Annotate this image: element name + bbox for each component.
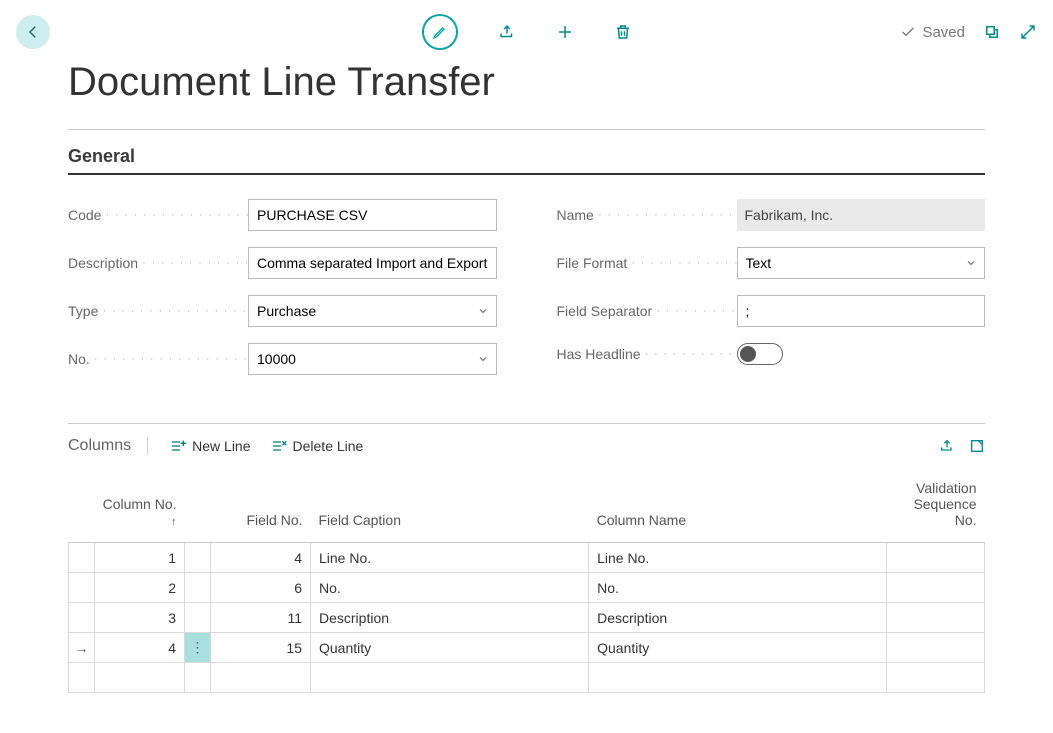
popout-icon xyxy=(983,23,1001,41)
name-label: Name xyxy=(557,207,737,223)
description-label: Description xyxy=(68,255,248,271)
new-line-action[interactable]: New Line xyxy=(160,434,260,458)
plus-icon xyxy=(556,23,574,41)
expand-icon xyxy=(1019,23,1037,41)
cell-field-caption[interactable]: Quantity xyxy=(311,633,589,663)
cell-validation-seq[interactable] xyxy=(887,543,985,573)
more-vertical-icon[interactable]: ⋮ xyxy=(191,639,205,656)
divider xyxy=(68,129,985,130)
cell-validation-seq[interactable] xyxy=(887,603,985,633)
table-row-empty[interactable] xyxy=(69,663,985,693)
row-selector[interactable] xyxy=(69,603,95,633)
cell-field-no[interactable]: 4 xyxy=(211,543,311,573)
share-icon xyxy=(498,23,516,41)
delete-button[interactable] xyxy=(614,23,632,41)
columns-section-title: Columns xyxy=(68,437,148,455)
cell-field-caption[interactable]: Description xyxy=(311,603,589,633)
arrow-left-icon xyxy=(24,23,42,41)
new-line-icon xyxy=(170,439,186,453)
cell-validation-seq[interactable] xyxy=(887,573,985,603)
cell-column-name[interactable]: Quantity xyxy=(589,633,887,663)
cell-column-name[interactable]: No. xyxy=(589,573,887,603)
maximize-icon xyxy=(969,438,985,454)
row-menu[interactable] xyxy=(185,543,211,573)
field-separator-input[interactable] xyxy=(737,295,986,327)
cell-column-no[interactable]: 4 xyxy=(95,633,185,663)
col-header-column-no[interactable]: Column No. xyxy=(103,496,177,512)
row-selector[interactable] xyxy=(69,543,95,573)
file-format-select[interactable] xyxy=(737,247,986,279)
delete-line-icon xyxy=(271,439,287,453)
row-selector[interactable] xyxy=(69,573,95,603)
toggle-knob xyxy=(740,346,756,362)
row-menu[interactable] xyxy=(185,573,211,603)
popout-button[interactable] xyxy=(983,23,1001,41)
code-input[interactable] xyxy=(248,199,497,231)
table-row[interactable]: 311DescriptionDescription xyxy=(69,603,985,633)
no-label: No. xyxy=(68,351,248,367)
table-row[interactable]: →4⋮15QuantityQuantity xyxy=(69,633,985,663)
file-format-label: File Format xyxy=(557,255,737,271)
back-button[interactable] xyxy=(16,15,50,49)
new-line-label: New Line xyxy=(192,438,250,454)
row-menu[interactable] xyxy=(185,603,211,633)
grid-share-button[interactable] xyxy=(939,438,955,454)
cell-field-no[interactable]: 6 xyxy=(211,573,311,603)
cell-column-name[interactable]: Line No. xyxy=(589,543,887,573)
delete-line-label: Delete Line xyxy=(293,438,364,454)
code-label: Code xyxy=(68,207,248,223)
cell-column-name[interactable]: Description xyxy=(589,603,887,633)
share-icon xyxy=(939,438,955,454)
columns-table: Column No. ↑ Field No. Field Caption Col… xyxy=(68,474,985,693)
col-header-field-no[interactable]: Field No. xyxy=(211,474,311,543)
has-headline-toggle[interactable] xyxy=(737,343,783,365)
edit-button[interactable] xyxy=(422,14,458,50)
arrow-right-icon: → xyxy=(75,640,89,656)
pencil-icon xyxy=(432,24,448,40)
cell-column-no[interactable]: 1 xyxy=(95,543,185,573)
cell-column-no[interactable]: 2 xyxy=(95,573,185,603)
description-input[interactable] xyxy=(248,247,497,279)
sort-asc-icon: ↑ xyxy=(171,516,177,528)
name-value: Fabrikam, Inc. xyxy=(737,199,986,231)
field-separator-label: Field Separator xyxy=(557,303,737,319)
saved-indicator: Saved xyxy=(900,24,965,41)
row-menu[interactable]: ⋮ xyxy=(185,633,211,663)
check-icon xyxy=(900,24,916,40)
saved-label: Saved xyxy=(922,24,965,41)
cell-field-caption[interactable]: No. xyxy=(311,573,589,603)
cell-field-no[interactable]: 15 xyxy=(211,633,311,663)
trash-icon xyxy=(614,23,632,41)
new-button[interactable] xyxy=(556,23,574,41)
share-button[interactable] xyxy=(498,23,516,41)
cell-field-caption[interactable]: Line No. xyxy=(311,543,589,573)
general-section-title: General xyxy=(68,146,985,175)
table-row[interactable]: 26No.No. xyxy=(69,573,985,603)
table-row[interactable]: 14Line No.Line No. xyxy=(69,543,985,573)
type-select[interactable] xyxy=(248,295,497,327)
expand-button[interactable] xyxy=(1019,23,1037,41)
type-label: Type xyxy=(68,303,248,319)
col-header-column-name[interactable]: Column Name xyxy=(589,474,887,543)
col-header-validation-seq[interactable]: Validation Sequence No. xyxy=(887,474,985,543)
cell-column-no[interactable]: 3 xyxy=(95,603,185,633)
delete-line-action[interactable]: Delete Line xyxy=(261,434,374,458)
page-title: Document Line Transfer xyxy=(68,60,985,109)
row-selector[interactable]: → xyxy=(69,633,95,663)
no-select[interactable] xyxy=(248,343,497,375)
cell-validation-seq[interactable] xyxy=(887,633,985,663)
cell-field-no[interactable]: 11 xyxy=(211,603,311,633)
has-headline-label: Has Headline xyxy=(557,346,737,362)
col-header-field-caption[interactable]: Field Caption xyxy=(311,474,589,543)
grid-expand-button[interactable] xyxy=(969,438,985,454)
